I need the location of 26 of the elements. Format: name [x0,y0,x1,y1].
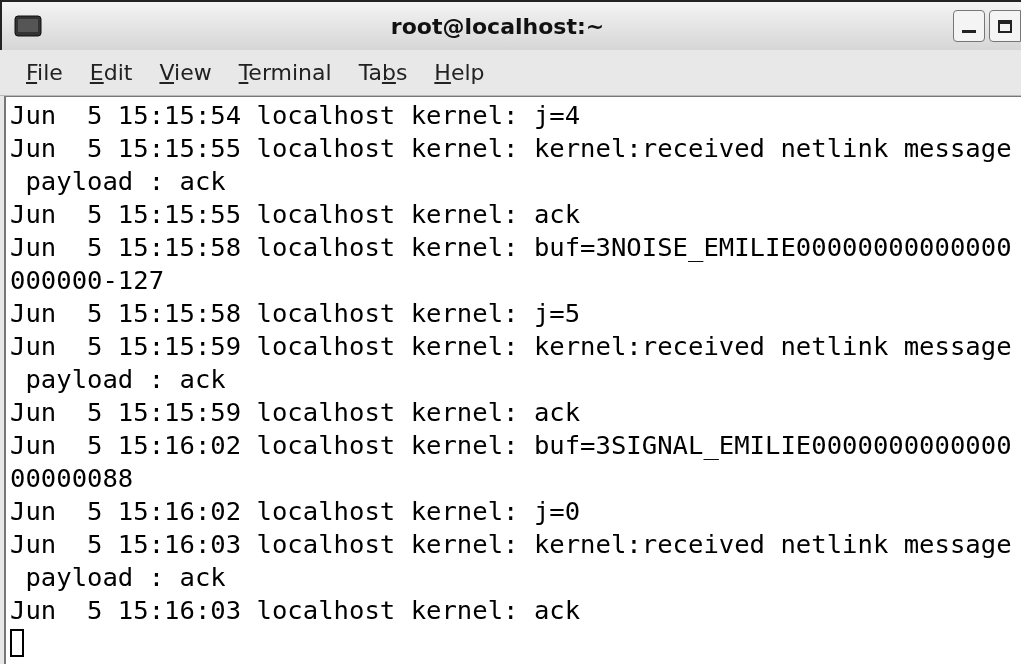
terminal-line: Jun 5 15:15:55 localhost kernel: ack [10,198,581,231]
menu-item[interactable]: View [159,56,212,89]
terminal-line: Jun 5 15:16:03 localhost kernel: ack [10,594,581,627]
terminal-line: payload : ack [24,363,226,396]
terminal-line: 00000088 [10,462,134,495]
terminal-line: Jun 5 15:15:58 localhost kernel: j=5 [10,297,581,330]
window-title: root@localhost:~ [390,12,605,41]
terminal-line: Jun 5 15:15:58 localhost kernel: buf=3NOISE_EMILIE00000000000000 [10,231,1012,264]
menu-item[interactable]: Terminal [238,56,332,89]
terminal-line: payload : ack [24,165,226,198]
minimize-button[interactable] [953,10,985,42]
menu-item[interactable]: Help [434,56,485,89]
terminal-line: Jun 5 15:15:59 localhost kernel: kernel:received netlink message [10,330,1012,363]
terminal-line: Jun 5 15:15:59 localhost kernel: ack [10,396,581,429]
terminal-line: Jun 5 15:15:54 localhost kernel: j=4 [10,99,581,132]
terminal-icon [14,15,42,37]
maximize-button[interactable] [989,10,1021,42]
terminal-line: Jun 5 15:16:02 localhost kernel: j=0 [10,495,581,528]
terminal-line: payload : ack [24,561,226,594]
menu-item[interactable]: File [26,56,63,89]
menu-item[interactable]: Edit [89,56,133,89]
terminal-line: Jun 5 15:16:03 localhost kernel: kernel:received netlink message [10,528,1012,561]
menu-item[interactable]: Tabs [358,56,408,89]
terminal-line: Jun 5 15:16:02 localhost kernel: buf=3SIGNAL_EMILIE0000000000000 [10,429,1012,462]
terminal-line: Jun 5 15:15:55 localhost kernel: kernel:received netlink message [10,132,1012,165]
terminal-line: 000000-127 [10,264,165,297]
